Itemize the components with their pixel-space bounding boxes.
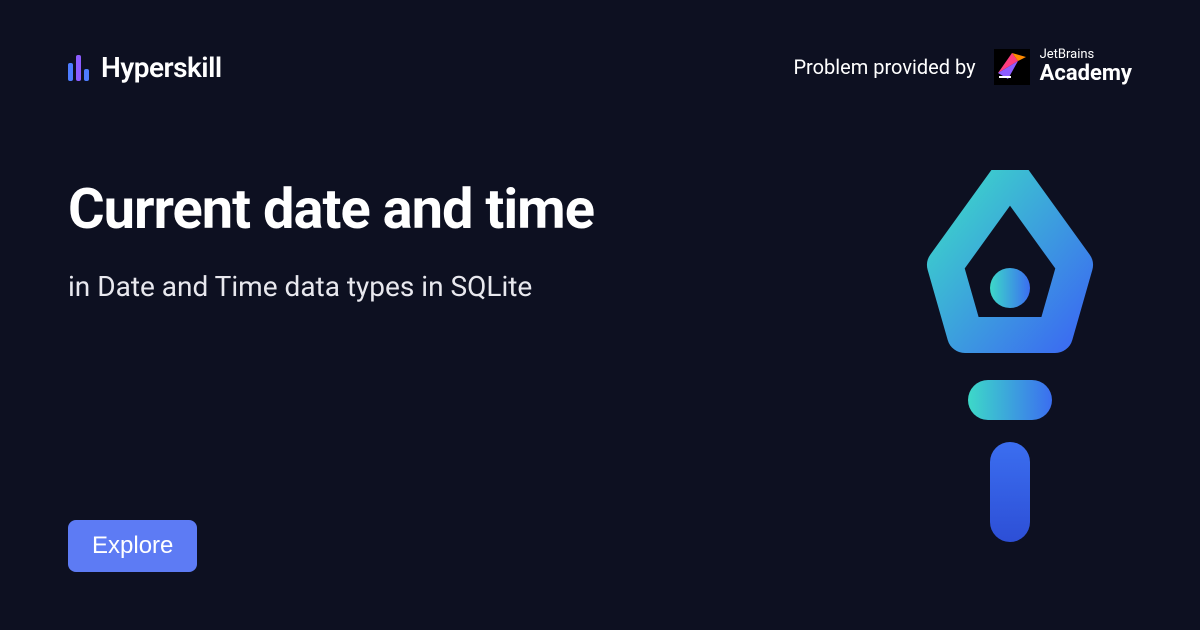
text-content: Current date and time in Date and Time d… <box>68 176 594 303</box>
page-subtitle: in Date and Time data types in SQLite <box>68 270 594 303</box>
page-title: Current date and time <box>68 176 594 242</box>
provider-label: Problem provided by <box>793 55 975 79</box>
explore-button[interactable]: Explore <box>68 520 197 572</box>
academy-prefix: JetBrains <box>1040 48 1132 62</box>
header: Hyperskill Problem provided by JetBrains… <box>0 0 1200 86</box>
pen-nib-icon <box>920 170 1100 550</box>
hyperskill-icon <box>68 53 89 81</box>
jetbrains-academy-logo: JetBrains Academy <box>994 48 1132 86</box>
academy-text: JetBrains Academy <box>1040 48 1132 86</box>
provider-block: Problem provided by JetBrains Academy <box>793 48 1132 86</box>
brand-name: Hyperskill <box>101 51 222 84</box>
hyperskill-logo: Hyperskill <box>68 51 222 84</box>
academy-name: Academy <box>1040 62 1132 86</box>
jetbrains-icon <box>994 49 1030 85</box>
